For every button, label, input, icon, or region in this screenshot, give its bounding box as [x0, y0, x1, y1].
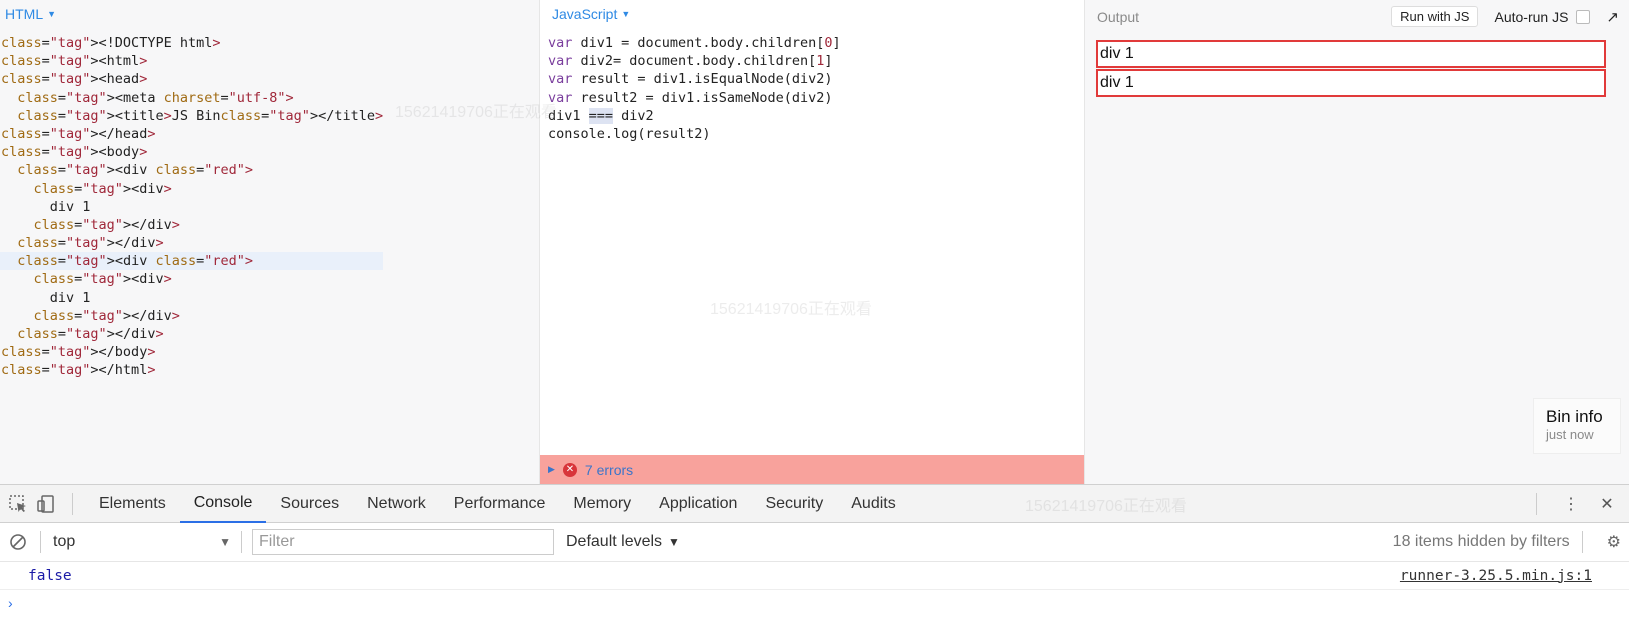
console-filter-placeholder: Filter — [259, 533, 295, 550]
html-code-line: class="tag"><meta charset="utf-8"> — [17, 89, 294, 106]
tab-security[interactable]: Security — [751, 485, 837, 523]
html-code-line: class="tag"><html> — [1, 53, 148, 70]
html-code-line: class="tag"><head> — [1, 71, 148, 88]
output-pane: Output Run with JS Auto-run JS ↗ div 1 d… — [1085, 0, 1629, 484]
html-code-line: class="tag"></body> — [1, 344, 156, 361]
caret-down-icon: ▼ — [668, 535, 680, 549]
html-code-line: class="tag"><div class="red"> — [0, 252, 384, 271]
error-icon: ✕ — [562, 462, 577, 477]
output-title: Output — [1097, 8, 1140, 25]
clear-console-icon[interactable] — [4, 528, 32, 556]
device-toolbar-icon[interactable] — [32, 490, 60, 518]
run-with-js-button[interactable]: Run with JS — [1391, 6, 1479, 27]
caret-down-icon: ▼ — [219, 535, 231, 549]
html-code-line: class="tag"><title>JS Binclass="tag"></t… — [17, 107, 384, 124]
output-div: div 1 — [1096, 40, 1606, 68]
js-code-line: console.log(result2) — [548, 125, 711, 142]
errors-count: 7 errors — [584, 461, 634, 478]
console-value: false — [28, 567, 72, 584]
tab-memory[interactable]: Memory — [559, 485, 645, 523]
html-code-line: class="tag"><div class="red"> — [17, 162, 254, 179]
bin-info-subtitle: just now — [1546, 427, 1594, 442]
gear-icon[interactable]: ⚙ — [1595, 532, 1629, 552]
prompt-chevron-icon: › — [8, 595, 13, 611]
js-pane: JavaScript ▼ var div1 = document.body.ch… — [540, 0, 1085, 484]
toolbar-divider — [241, 531, 242, 553]
bin-info-title: Bin info — [1546, 407, 1603, 426]
html-code-line: class="tag"></head> — [1, 125, 156, 142]
context-selector[interactable]: top ▼ — [41, 533, 241, 551]
devtools-tabbar: Elements Console Sources Network Performance… — [0, 485, 1629, 523]
hidden-items-count: 18 items hidden by filters — [1392, 533, 1570, 550]
html-code-line: class="tag"></div> — [33, 307, 180, 324]
bin-info-button[interactable]: Bin info just now — [1533, 398, 1621, 454]
toolbar-divider — [1536, 492, 1537, 515]
html-code-line: class="tag"><!DOCTYPE html> — [1, 35, 221, 51]
html-code-line: class="tag"></html> — [1, 362, 156, 379]
console-toolbar: top ▼ Filter Default levels ▼ 18 items h… — [0, 523, 1629, 562]
tab-console[interactable]: Console — [179, 485, 267, 523]
js-code-editor[interactable]: var div1 = document.body.children[0] var … — [547, 34, 841, 143]
log-levels-label: Default levels — [566, 533, 663, 550]
output-div: div 1 — [1096, 69, 1606, 97]
devtools-panel: Elements Console Sources Network Performance… — [0, 484, 1629, 634]
html-pane-label[interactable]: HTML ▼ — [5, 6, 56, 22]
js-code-line: var div2= document.body.children[1] — [548, 53, 833, 70]
js-errors-bar[interactable]: ▶ ✕ 7 errors — [540, 455, 1084, 484]
expand-triangle-icon: ▶ — [548, 464, 555, 474]
html-code-line: class="tag"><div> — [33, 180, 172, 197]
caret-down-icon: ▼ — [47, 9, 57, 19]
js-code-line: div1 === div2 — [548, 107, 654, 124]
log-levels-dropdown[interactable]: Default levels ▼ — [566, 533, 680, 551]
html-code-line: class="tag"><div> — [33, 271, 172, 288]
autorun-toggle[interactable]: Auto-run JS — [1494, 8, 1591, 25]
console-prompt[interactable]: › — [0, 590, 1629, 616]
tab-sources[interactable]: Sources — [266, 485, 353, 523]
tab-network[interactable]: Network — [353, 485, 440, 523]
tab-audits[interactable]: Audits — [837, 485, 909, 523]
js-code-line: var div1 = document.body.children[0] — [548, 35, 841, 51]
caret-down-icon: ▼ — [621, 9, 631, 19]
toolbar-divider — [1581, 531, 1583, 553]
console-message: false runner-3.25.5.min.js:1 — [0, 562, 1629, 590]
context-selector-value: top — [53, 533, 76, 550]
autorun-label: Auto-run JS — [1494, 8, 1569, 25]
html-code-line: div 1 — [1, 289, 91, 306]
html-code-line: class="tag"></div> — [17, 235, 164, 252]
console-filter-input[interactable]: Filter — [252, 529, 554, 555]
html-pane-label-text: HTML — [5, 6, 44, 22]
more-options-icon[interactable]: ⋮ — [1557, 490, 1585, 518]
html-code-line: class="tag"></div> — [17, 326, 164, 342]
toolbar-divider — [72, 492, 73, 515]
html-code-editor[interactable]: class="tag"><!DOCTYPE html> class="tag"><… — [0, 34, 384, 380]
html-pane: HTML ▼ class="tag"><!DOCTYPE html> class=… — [0, 0, 540, 484]
js-code-line: var result = div1.isEqualNode(div2) — [548, 71, 833, 88]
js-pane-label[interactable]: JavaScript ▼ — [552, 6, 630, 22]
js-pane-label-text: JavaScript — [552, 6, 618, 22]
popout-arrow-icon[interactable]: ↗ — [1606, 8, 1619, 26]
tab-performance[interactable]: Performance — [440, 485, 560, 523]
js-code-line: var result2 = div1.isSameNode(div2) — [548, 89, 833, 106]
tab-application[interactable]: Application — [645, 485, 751, 523]
html-code-line: class="tag"><body> — [1, 144, 148, 161]
html-code-line: class="tag"></div> — [33, 216, 180, 233]
autorun-checkbox[interactable] — [1576, 9, 1591, 24]
tab-elements[interactable]: Elements — [85, 485, 180, 523]
inspect-element-icon[interactable] — [4, 490, 32, 518]
console-source-link[interactable]: runner-3.25.5.min.js:1 — [1400, 568, 1592, 584]
close-icon[interactable]: ✕ — [1593, 490, 1621, 518]
html-code-line: div 1 — [1, 198, 91, 215]
output-header: Output Run with JS Auto-run JS ↗ — [1097, 6, 1619, 27]
